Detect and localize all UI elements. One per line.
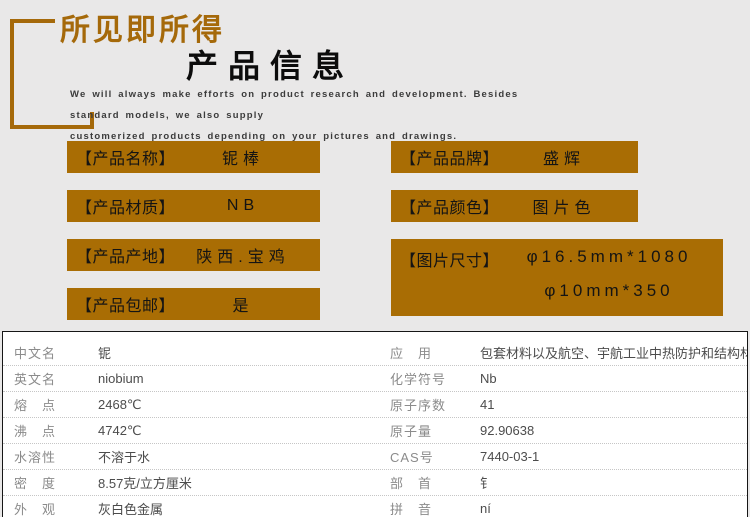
spec-value: 8.57克/立方厘米: [98, 473, 375, 492]
spec-value: 钅: [480, 473, 747, 492]
attr-value: 陕西.宝鸡: [175, 243, 311, 267]
spec-value: Nb: [480, 371, 747, 386]
attr-label: 【产品材质】: [76, 194, 175, 218]
table-row: 密 度 8.57克/立方厘米 部 首 钅: [3, 469, 747, 495]
spec-label: 原子量: [375, 421, 480, 440]
spec-label: 密 度: [3, 473, 98, 492]
spec-value: 41: [480, 397, 747, 412]
table-row: 沸 点 4742℃ 原子量 92.90638: [3, 417, 747, 443]
spec-value: 灰白色金属: [98, 499, 375, 517]
product-info-page: 所见即所得 产品信息 We will always make efforts o…: [0, 0, 750, 517]
attr-box-product-color: 【产品颜色】 图片色: [391, 190, 638, 222]
table-row: 中文名 铌 应 用 包套材料以及航空、宇航工业中热防护和结构材料: [3, 339, 747, 365]
table-row: 熔 点 2468℃ 原子序数 41: [3, 391, 747, 417]
spec-value: 7440-03-1: [480, 449, 747, 464]
spec-label: 沸 点: [3, 421, 98, 440]
attr-box-picture-size: 【图片尺寸】 φ16.5mm*1080 φ10mm*350: [391, 239, 723, 316]
attr-label: 【产品名称】: [76, 145, 175, 169]
spec-label: 英文名: [3, 369, 98, 388]
attr-value: 图片色: [499, 194, 629, 218]
attr-box-product-origin: 【产品产地】 陕西.宝鸡: [67, 239, 320, 271]
attr-label: 【产品品牌】: [400, 145, 499, 169]
spec-label: CAS号: [375, 447, 480, 466]
subtitle-text: We will always make efforts on product r…: [70, 84, 570, 147]
spec-label: 外 观: [3, 499, 98, 517]
spec-value: niobium: [98, 371, 375, 386]
spec-label: 水溶性: [3, 447, 98, 466]
page-title: 产品信息: [186, 41, 354, 87]
attr-label: 【图片尺寸】: [400, 247, 499, 271]
spec-value: 2468℃: [98, 397, 375, 413]
attr-value: 是: [175, 292, 311, 316]
bracket-decoration-left: [10, 19, 14, 129]
attr-box-product-material: 【产品材质】 NB: [67, 190, 320, 222]
attr-value: NB: [175, 197, 311, 215]
attr-value: 盛辉: [499, 145, 629, 169]
subtitle-line-1: We will always make efforts on product r…: [70, 84, 570, 126]
attr-label: 【产品颜色】: [400, 194, 499, 218]
spec-value: 4742℃: [98, 423, 375, 439]
spec-label: 应 用: [375, 343, 480, 362]
attr-box-product-brand: 【产品品牌】 盛辉: [391, 141, 638, 173]
spec-value: 92.90638: [480, 423, 747, 438]
spec-label: 化学符号: [375, 369, 480, 388]
attr-value: 铌棒: [175, 145, 311, 169]
attr-box-free-shipping: 【产品包邮】 是: [67, 288, 320, 320]
spec-label: 中文名: [3, 343, 98, 362]
spec-table: 中文名 铌 应 用 包套材料以及航空、宇航工业中热防护和结构材料 英文名 nio…: [2, 331, 748, 517]
size-values: φ16.5mm*1080 φ10mm*350: [499, 247, 719, 301]
spec-value: 包套材料以及航空、宇航工业中热防护和结构材料: [480, 343, 747, 362]
size-value-1: φ16.5mm*1080: [499, 247, 719, 267]
spec-label: 原子序数: [375, 395, 480, 414]
spec-value: 不溶于水: [98, 447, 375, 466]
bracket-decoration-top: [10, 19, 55, 23]
table-row: 英文名 niobium 化学符号 Nb: [3, 365, 747, 391]
table-row: 水溶性 不溶于水 CAS号 7440-03-1: [3, 443, 747, 469]
attr-label: 【产品包邮】: [76, 292, 175, 316]
spec-label: 熔 点: [3, 395, 98, 414]
spec-value: 铌: [98, 343, 375, 362]
spec-label: 部 首: [375, 473, 480, 492]
attr-label: 【产品产地】: [76, 243, 175, 267]
attr-box-product-name: 【产品名称】 铌棒: [67, 141, 320, 173]
table-row: 外 观 灰白色金属 拼 音 ní: [3, 495, 747, 517]
spec-label: 拼 音: [375, 499, 480, 517]
spec-value: ní: [480, 501, 747, 516]
size-value-2: φ10mm*350: [499, 281, 719, 301]
